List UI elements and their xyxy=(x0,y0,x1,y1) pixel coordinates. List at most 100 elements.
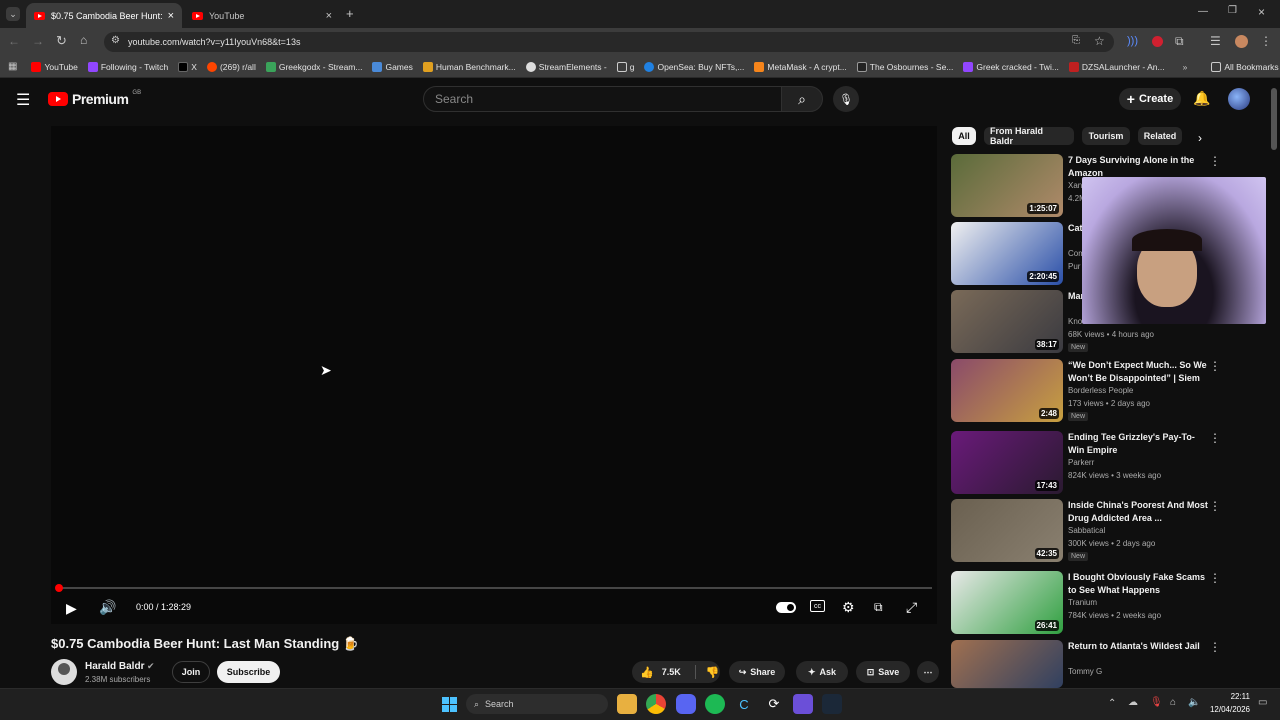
autoplay-toggle[interactable] xyxy=(776,602,796,613)
more-vertical-icon[interactable]: ⋮ xyxy=(1209,571,1221,585)
recommendation-item[interactable]: 2:48 “We Don’t Expect Much... So We Won’t… xyxy=(951,359,1261,423)
apps-grid-icon[interactable]: ▦ xyxy=(8,61,17,72)
chrome-icon[interactable] xyxy=(646,694,666,714)
rec-title[interactable]: Inside China's Poorest And Most Drug Add… xyxy=(1068,499,1208,525)
chip-from-channel[interactable]: From Harald Baldr xyxy=(984,126,1074,146)
bookmark-metamask[interactable]: MetaMask - A crypt... xyxy=(754,61,847,72)
video-thumbnail[interactable]: 26:41 xyxy=(951,571,1063,634)
bookmarks-overflow-icon[interactable]: » xyxy=(1183,62,1188,72)
rec-channel[interactable]: Sabbatical xyxy=(1068,526,1105,535)
video-thumbnail[interactable]: 1:25:07 xyxy=(951,154,1063,217)
profile-avatar[interactable] xyxy=(1235,35,1248,48)
minimize-icon[interactable]: — xyxy=(1198,6,1208,17)
channel-avatar[interactable] xyxy=(51,659,77,685)
captions-icon[interactable]: cc xyxy=(810,600,825,612)
settings-gear-icon[interactable]: ⚙ xyxy=(842,599,855,616)
more-vertical-icon[interactable]: ⋮ xyxy=(1209,431,1221,445)
site-info-icon[interactable]: ⚙ xyxy=(111,35,120,46)
clock-time[interactable]: 22:11 xyxy=(1204,692,1250,701)
bookmark-human-benchmark[interactable]: Human Benchmark... xyxy=(422,61,516,72)
more-vertical-icon[interactable]: ⋮ xyxy=(1209,499,1221,513)
bookmark-twitch[interactable]: Following - Twitch xyxy=(87,61,168,72)
account-avatar[interactable] xyxy=(1228,88,1250,110)
ask-button[interactable]: ✦ Ask xyxy=(796,661,848,683)
recommendation-item[interactable]: 42:35 Inside China's Poorest And Most Dru… xyxy=(951,499,1261,563)
tray-network-icon[interactable]: ⌂ xyxy=(1170,697,1176,708)
progress-scrubber[interactable] xyxy=(55,584,63,592)
rec-channel[interactable]: Tranium xyxy=(1068,598,1097,607)
rec-channel[interactable]: Xan xyxy=(1068,181,1082,190)
rec-channel[interactable]: Tommy G xyxy=(1068,667,1102,676)
search-input[interactable]: Search xyxy=(423,86,782,112)
chip-all[interactable]: All xyxy=(952,127,976,145)
bookmark-greek-cracked[interactable]: Greek cracked - Twi... xyxy=(963,61,1059,72)
bookmark-reddit[interactable]: (269) r/all xyxy=(206,61,256,72)
tab-youtube[interactable]: YouTube × xyxy=(184,3,340,28)
volume-icon[interactable]: 🔊 xyxy=(99,599,116,616)
spotify-icon[interactable] xyxy=(705,694,725,714)
menu-hamburger-icon[interactable]: ☰ xyxy=(16,90,30,110)
rec-title[interactable]: Return to Atlanta's Wildest Jail xyxy=(1068,640,1208,653)
notification-center-icon[interactable]: ▭ xyxy=(1258,697,1267,708)
bookmark-dzsalauncher[interactable]: DZSALauncher - An... xyxy=(1068,61,1165,72)
more-actions-button[interactable]: ⋯ xyxy=(917,661,939,683)
file-explorer-icon[interactable] xyxy=(617,694,637,714)
tab-video[interactable]: $0.75 Cambodia Beer Hunt: Las × xyxy=(26,3,182,28)
rec-title[interactable]: “We Don’t Expect Much... So We Won’t Be … xyxy=(1068,359,1208,386)
recommendation-item[interactable]: 17:43 Ending Tee Grizzley's Pay-To-Win Em… xyxy=(951,431,1261,495)
rec-channel[interactable]: Kno xyxy=(1068,317,1082,326)
bookmark-games[interactable]: Games xyxy=(372,61,413,72)
recommendation-item[interactable]: 26:41 I Bought Obviously Fake Scams to Se… xyxy=(951,571,1261,635)
rec-title[interactable]: Ending Tee Grizzley's Pay-To-Win Empire xyxy=(1068,431,1208,457)
video-player[interactable] xyxy=(51,126,937,624)
extension-red-icon[interactable] xyxy=(1152,36,1163,47)
chip-related[interactable]: Related xyxy=(1138,127,1182,145)
install-app-icon[interactable]: ⎘ xyxy=(1072,35,1080,46)
bookmark-osbournes[interactable]: The Osbournes - Se... xyxy=(856,61,953,72)
all-bookmarks[interactable]: All Bookmarks xyxy=(1211,61,1279,72)
tab-close-icon[interactable]: × xyxy=(326,10,332,22)
more-vertical-icon[interactable]: ⋮ xyxy=(1209,640,1221,654)
address-bar[interactable]: ⚙ youtube.com/watch?v=y11IyouVn68&t=13s … xyxy=(104,32,1114,52)
home-icon[interactable]: ⌂ xyxy=(80,33,87,47)
bookmark-folder-g[interactable]: g xyxy=(616,61,634,72)
more-vertical-icon[interactable]: ⋮ xyxy=(1209,154,1221,168)
tab-close-icon[interactable]: × xyxy=(168,10,174,22)
search-button[interactable]: ⌕ xyxy=(781,86,823,112)
bookmark-greekgodx[interactable]: Greekgodx - Stream... xyxy=(265,61,362,72)
miniplayer-icon[interactable]: ⧉ xyxy=(874,600,883,615)
bookmark-streamelements[interactable]: StreamElements - xyxy=(525,61,607,72)
app-refresh-icon[interactable]: ⟳ xyxy=(764,694,784,714)
extension-wave-icon[interactable]: ))) xyxy=(1127,35,1138,47)
notifications-bell-icon[interactable]: 🔔 xyxy=(1193,90,1210,107)
chip-tourism[interactable]: Tourism xyxy=(1082,127,1130,145)
restore-icon[interactable]: ❐ xyxy=(1228,5,1237,16)
app-grid-icon[interactable] xyxy=(793,694,813,714)
extensions-puzzle-icon[interactable]: ⧉ xyxy=(1175,34,1184,49)
tray-mic-icon[interactable]: 🎙 xyxy=(1150,697,1163,708)
more-vertical-icon[interactable]: ⋮ xyxy=(1209,359,1221,373)
play-icon[interactable]: ▶ xyxy=(66,600,77,617)
back-icon[interactable]: ← xyxy=(8,34,20,48)
video-thumbnail[interactable]: 2:48 xyxy=(951,359,1063,422)
start-windows-icon[interactable] xyxy=(439,694,459,714)
video-thumbnail[interactable] xyxy=(951,640,1063,688)
chips-next-icon[interactable]: › xyxy=(1198,131,1202,145)
page-scrollbar[interactable] xyxy=(1271,88,1277,150)
youtube-logo[interactable]: Premium GB xyxy=(48,90,141,107)
thumbs-down-icon[interactable]: 👎 xyxy=(706,666,720,679)
clock-date[interactable]: 12/04/2026 xyxy=(1204,705,1250,714)
tray-overflow-icon[interactable]: ⌃ xyxy=(1108,698,1116,709)
video-thumbnail[interactable]: 42:35 xyxy=(951,499,1063,562)
reload-icon[interactable]: ↻ xyxy=(56,33,67,49)
video-thumbnail[interactable]: 2:20:45 xyxy=(951,222,1063,285)
tray-volume-icon[interactable]: 🔈 xyxy=(1188,697,1200,708)
channel-name[interactable]: Harald Baldr xyxy=(85,661,144,672)
save-button[interactable]: ⊡ Save xyxy=(856,661,910,683)
tab-search-chevron-icon[interactable]: ⌄ xyxy=(6,7,20,21)
share-button[interactable]: ↪ Share xyxy=(729,661,785,683)
close-window-icon[interactable]: × xyxy=(1258,5,1265,19)
new-tab-icon[interactable]: + xyxy=(346,6,354,21)
voice-search-button[interactable]: 🎙 xyxy=(833,86,859,112)
join-button[interactable]: Join xyxy=(172,661,210,683)
